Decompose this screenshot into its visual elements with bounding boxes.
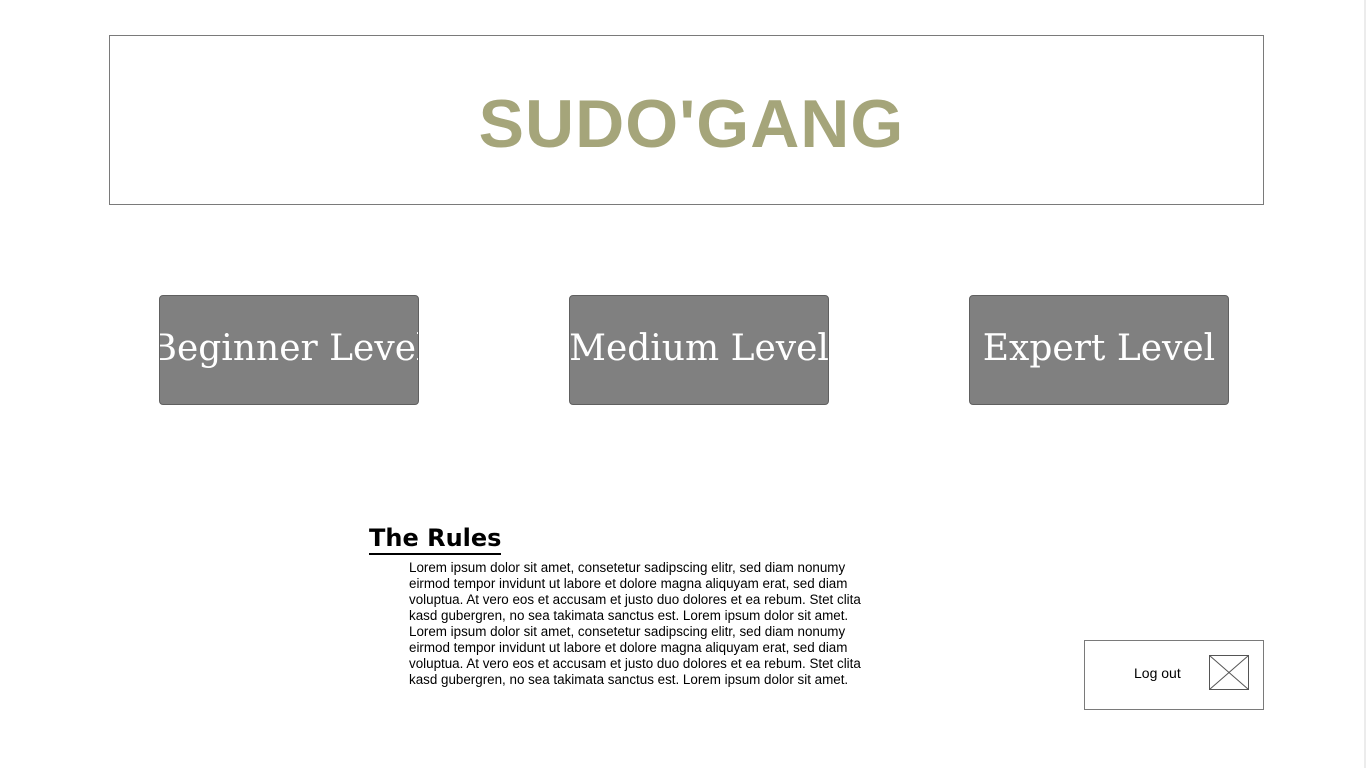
rules-body: Lorem ipsum dolor sit amet, consetetur s… <box>409 560 861 687</box>
beginner-level-button[interactable]: Beginner Level <box>159 295 419 405</box>
image-placeholder-icon <box>1209 655 1249 690</box>
beginner-level-label: Beginner Level <box>159 327 419 369</box>
expert-level-label: Expert Level <box>982 327 1216 369</box>
medium-level-label: Medium Level <box>569 327 829 369</box>
logout-button[interactable]: Log out <box>1084 640 1264 710</box>
app-title: SUDO'GANG <box>478 86 905 162</box>
expert-level-button[interactable]: Expert Level <box>969 295 1229 405</box>
page: SUDO'GANG Beginner Level Medium Level Ex… <box>0 0 1366 768</box>
rules-heading: The Rules <box>369 523 502 555</box>
header-banner: SUDO'GANG <box>109 35 1264 205</box>
logout-label: Log out <box>1134 665 1181 681</box>
medium-level-button[interactable]: Medium Level <box>569 295 829 405</box>
